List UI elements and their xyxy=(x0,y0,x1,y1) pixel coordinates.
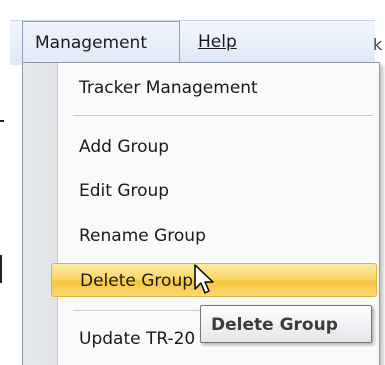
tooltip-text: Delete Group xyxy=(211,315,338,335)
mouse-pointer-icon xyxy=(194,264,214,294)
app-window: Management Help k Tracker Management Add… xyxy=(0,0,385,365)
menu-icon-gutter xyxy=(23,63,58,365)
menu-management-label: Management xyxy=(35,33,147,53)
menu-item-label: Rename Group xyxy=(79,226,206,246)
menu-item-label: Delete Group xyxy=(80,271,194,291)
menu-management[interactable]: Management xyxy=(22,21,180,64)
background-text-fragment: k xyxy=(373,35,383,54)
menu-item-add-group[interactable]: Add Group xyxy=(59,130,375,164)
background-window-edge xyxy=(0,120,4,122)
background-window-edge-lower xyxy=(0,255,2,283)
menu-item-label: Add Group xyxy=(79,137,170,157)
menu-item-tracker-management[interactable]: Tracker Management xyxy=(59,71,375,105)
menu-item-label: Edit Group xyxy=(79,181,170,201)
tooltip: Delete Group xyxy=(200,305,372,343)
menu-help-label: Help xyxy=(198,32,237,52)
menu-item-label: Update TR-20 xyxy=(79,329,196,349)
menu-item-edit-group[interactable]: Edit Group xyxy=(59,174,375,208)
menu-separator xyxy=(73,115,373,117)
menu-bar: Management Help xyxy=(10,20,375,65)
menu-item-rename-group[interactable]: Rename Group xyxy=(59,219,375,253)
menu-help[interactable]: Help xyxy=(186,21,256,64)
menu-item-label: Tracker Management xyxy=(79,78,258,98)
